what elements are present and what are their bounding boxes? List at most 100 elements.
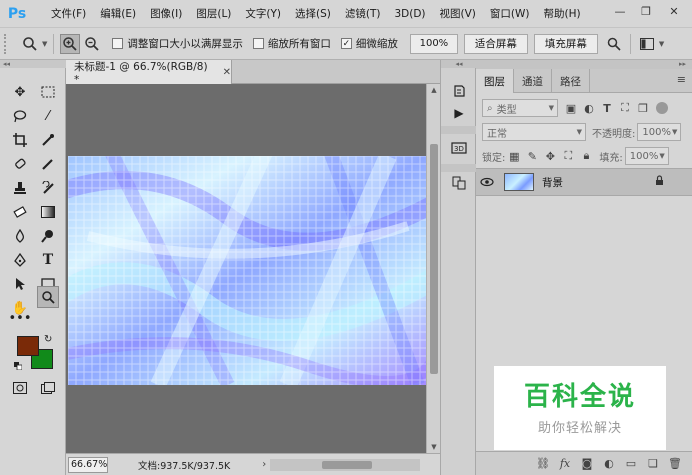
scrubby-zoom-checkbox[interactable]: ✓ 细微缩放 — [340, 36, 398, 51]
brush-tool-icon[interactable] — [37, 154, 59, 174]
layer-row[interactable]: 背景 — [476, 168, 692, 196]
adjustment-layer-icon[interactable]: ◐ — [600, 455, 618, 473]
layer-filter-select[interactable]: ⌕ 类型 ▼ — [482, 99, 558, 117]
more-tools-icon[interactable]: ••• — [9, 308, 32, 328]
panel-menu-icon[interactable]: ≡ — [677, 73, 686, 86]
lock-transparent-icon[interactable]: ▦ — [505, 147, 523, 165]
options-grip[interactable] — [4, 33, 10, 54]
document-tab[interactable]: 未标题-1 @ 66.7%(RGB/8) * ✕ — [66, 60, 232, 86]
fit-screen-button[interactable]: 适合屏幕 — [463, 33, 528, 54]
quick-mask-icon[interactable] — [9, 378, 31, 398]
menu-layer[interactable]: 图层(L) — [189, 6, 238, 21]
chevron-down-icon[interactable]: ▼ — [659, 40, 664, 48]
menu-filter[interactable]: 滤镜(T) — [338, 6, 388, 21]
panel-grip[interactable]: ▸▸ — [476, 60, 692, 69]
close-tab-icon[interactable]: ✕ — [223, 67, 231, 78]
menu-type[interactable]: 文字(Y) — [238, 6, 288, 21]
filter-toggle[interactable] — [656, 102, 668, 114]
menu-3d[interactable]: 3D(D) — [387, 8, 432, 20]
menu-select[interactable]: 选择(S) — [288, 6, 338, 21]
tab-layers[interactable]: 图层 — [476, 69, 514, 93]
lasso-tool-icon[interactable] — [9, 106, 31, 126]
zoom-tool-icon[interactable] — [37, 286, 59, 308]
eraser-tool-icon[interactable] — [9, 202, 31, 222]
screen-mode-icon[interactable] — [37, 378, 59, 398]
layer-name[interactable]: 背景 — [542, 175, 563, 190]
canvas-image[interactable] — [68, 156, 426, 385]
default-colors-icon[interactable] — [14, 360, 23, 371]
healing-brush-tool-icon[interactable] — [9, 154, 31, 174]
workspace-icon[interactable] — [637, 34, 657, 54]
filter-adjustment-icon[interactable]: ◐ — [580, 99, 598, 117]
lock-all-icon[interactable]: 🔒︎ — [577, 147, 595, 165]
checkbox-box[interactable] — [112, 38, 124, 49]
zoom-percent-field[interactable]: 100% — [409, 33, 458, 54]
actions-play-icon[interactable]: ▶ — [448, 102, 470, 124]
chevron-down-icon[interactable]: ▼ — [42, 40, 47, 48]
panel-grip[interactable] — [441, 126, 477, 134]
minimize-icon[interactable]: — — [606, 0, 634, 22]
panel-grip[interactable] — [441, 164, 477, 172]
type-tool-icon[interactable]: T — [37, 250, 59, 270]
new-layer-icon[interactable]: ❏ — [644, 455, 662, 473]
restore-icon[interactable]: ❐ — [632, 0, 660, 22]
menu-window[interactable]: 窗口(W) — [483, 6, 537, 21]
move-tool-icon[interactable]: ✥ — [9, 82, 31, 102]
menu-view[interactable]: 视图(V) — [433, 6, 483, 21]
resize-windows-checkbox[interactable]: 调整窗口大小以满屏显示 — [112, 36, 243, 51]
pen-tool-icon[interactable] — [9, 250, 31, 270]
horizontal-scrollbar[interactable] — [270, 458, 421, 471]
menu-help[interactable]: 帮助(H) — [537, 6, 588, 21]
search-icon[interactable] — [604, 34, 624, 54]
clone-stamp-tool-icon[interactable] — [9, 178, 31, 198]
zoom-all-windows-checkbox[interactable]: 缩放所有窗口 — [252, 36, 331, 51]
foreground-color-swatch[interactable] — [17, 336, 39, 356]
panel-grip[interactable]: ◂◂ — [441, 60, 477, 68]
filter-smart-object-icon[interactable]: ❐ — [634, 99, 652, 117]
menu-file[interactable]: 文件(F) — [44, 6, 93, 21]
fill-field[interactable]: 100% ▼ — [624, 147, 669, 165]
zoom-level-field[interactable]: 66.67% — [68, 456, 108, 473]
blend-mode-select[interactable]: 正常 ▼ — [482, 123, 586, 141]
gradient-tool-icon[interactable] — [37, 202, 59, 222]
lock-position-icon[interactable]: ✥ — [541, 147, 559, 165]
opacity-field[interactable]: 100% ▼ — [637, 123, 682, 141]
tab-paths[interactable]: 路径 — [552, 69, 590, 93]
scrollbar-thumb[interactable] — [322, 460, 373, 469]
layer-thumbnail[interactable] — [504, 173, 534, 191]
close-icon[interactable]: ✕ — [660, 0, 688, 22]
scrollbar-thumb[interactable] — [430, 144, 438, 374]
history-brush-tool-icon[interactable] — [37, 178, 59, 198]
lock-pixels-icon[interactable]: ✎ — [523, 147, 541, 165]
lock-artboard-icon[interactable]: ⛶ — [559, 147, 577, 165]
filter-shape-icon[interactable]: ⛶ — [616, 99, 634, 117]
checkbox-box[interactable] — [252, 38, 264, 49]
link-layers-icon[interactable]: ⛓ — [534, 455, 552, 473]
filter-pixel-icon[interactable]: ▣ — [562, 99, 580, 117]
trash-icon[interactable]: 🗑︎ — [666, 455, 684, 473]
menu-image[interactable]: 图像(I) — [143, 6, 189, 21]
vertical-scrollbar[interactable]: ▲ ▼ — [426, 84, 440, 453]
scroll-up-icon[interactable]: ▲ — [427, 84, 441, 96]
marquee-tool-icon[interactable] — [37, 82, 59, 102]
path-selection-tool-icon[interactable] — [9, 274, 31, 294]
crop-tool-icon[interactable] — [9, 130, 31, 150]
3d-icon[interactable]: 3D — [448, 136, 470, 158]
zoom-in-icon[interactable] — [60, 33, 81, 54]
menu-edit[interactable]: 编辑(E) — [93, 6, 143, 21]
layer-style-icon[interactable]: fx — [556, 455, 574, 473]
properties-icon[interactable] — [448, 172, 470, 194]
scroll-down-icon[interactable]: ▼ — [427, 441, 441, 453]
blur-tool-icon[interactable] — [9, 226, 31, 246]
fill-screen-button[interactable]: 填充屏幕 — [533, 33, 598, 54]
checkbox-box-checked[interactable]: ✓ — [340, 38, 352, 49]
dodge-tool-icon[interactable] — [37, 226, 59, 246]
zoom-out-icon[interactable] — [82, 34, 102, 54]
status-menu-icon[interactable]: › — [262, 459, 266, 470]
panel-grip[interactable]: ◂◂ — [0, 60, 66, 68]
zoom-tool-preset-icon[interactable] — [20, 34, 40, 54]
swap-colors-icon[interactable]: ↻ — [44, 334, 52, 345]
filter-type-icon[interactable]: T — [598, 99, 616, 117]
eye-visibility-icon[interactable] — [476, 177, 498, 187]
new-group-icon[interactable]: ▭ — [622, 455, 640, 473]
